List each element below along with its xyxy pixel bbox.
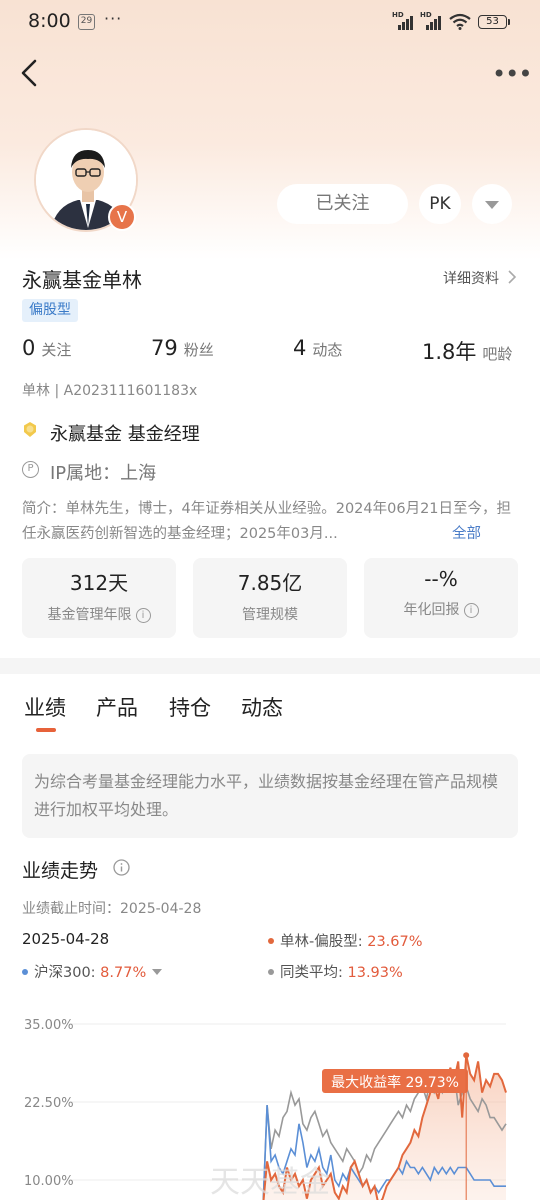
legend-peer-average: 同类平均: 13.93%: [268, 961, 403, 982]
active-tab-indicator: [36, 728, 56, 732]
stat-followers[interactable]: 79 粉丝: [151, 336, 214, 360]
stat-posts[interactable]: 4 动态: [293, 336, 342, 360]
intro-text: 简介：单林先生，博士，4年证券相关从业经验。2024年06月21日至今，担任永赢…: [22, 501, 512, 542]
info-icon[interactable]: i: [463, 603, 479, 618]
chevron-down-icon[interactable]: [152, 969, 163, 975]
fund-manager-title: 永赢基金 基金经理: [50, 424, 200, 445]
wifi-icon: [449, 13, 471, 30]
follow-button[interactable]: 已关注: [277, 184, 408, 224]
tab-products[interactable]: 产品: [96, 692, 138, 722]
y-tick-label: 22.50%: [24, 1096, 74, 1111]
card-aum: 7.85亿 管理规模: [193, 558, 347, 638]
ip-location: IP属地：上海: [50, 463, 157, 484]
signal-icon: HD: [392, 11, 414, 30]
legend-manager: 单林-偏股型: 23.67%: [268, 930, 423, 951]
pk-button[interactable]: PK: [419, 184, 461, 224]
section-divider: [0, 658, 540, 674]
calendar-icon: 29: [78, 14, 95, 30]
medal-icon: [24, 422, 36, 437]
signal-icon: HD: [420, 11, 442, 30]
y-tick-label: 35.00%: [24, 1018, 74, 1033]
status-bar: 8:00 29 ··· HD HD 53: [0, 0, 540, 44]
info-icon[interactable]: i: [135, 608, 151, 623]
performance-title: 业绩走势: [22, 860, 99, 882]
battery-icon: 53: [478, 15, 510, 29]
stat-age: 1.8年 吧龄: [422, 340, 513, 364]
stat-following[interactable]: 0 关注: [22, 336, 71, 360]
selected-date: 2025-04-28: [22, 930, 110, 948]
notice-box: 为综合考量基金经理能力水平，业绩数据按基金经理在管产品规模进行加权平均处理。: [22, 754, 518, 838]
card-management-years: 312天 基金管理年限 i: [22, 558, 176, 638]
tab-posts[interactable]: 动态: [241, 692, 283, 722]
detail-link[interactable]: 详细资料: [443, 268, 499, 288]
card-annual-return: --% 年化回报 i: [364, 558, 518, 638]
profile-name: 永赢基金单林: [22, 268, 142, 292]
max-return-label: 最大收益率 29.73%: [331, 1074, 459, 1091]
fund-type-tag: 偏股型: [22, 299, 78, 322]
info-icon[interactable]: [113, 859, 130, 876]
user-id: 单林 | A2023111601183x: [22, 383, 198, 399]
location-icon: P: [22, 461, 39, 478]
tab-holdings[interactable]: 持仓: [169, 692, 211, 722]
performance-chart[interactable]: 35.00% 22.50% 10.00% 最大收益率 29.73% 天天基金: [0, 1000, 540, 1200]
expand-dropdown-button[interactable]: [472, 184, 512, 224]
more-options-icon[interactable]: •••: [492, 60, 532, 88]
more-notifications-icon: ···: [104, 9, 123, 28]
status-time: 8:00: [28, 10, 71, 32]
verified-badge-icon: V: [108, 203, 136, 231]
tab-performance[interactable]: 业绩: [24, 692, 66, 722]
as-of-date: 业绩截止时间：2025-04-28: [22, 901, 202, 917]
chevron-right-icon[interactable]: [507, 270, 517, 284]
y-tick-label: 10.00%: [24, 1174, 74, 1189]
legend-csi300[interactable]: 沪深300: 8.77%: [22, 961, 163, 982]
watermark: 天天基金: [210, 1165, 330, 1200]
back-icon[interactable]: [16, 56, 46, 90]
intro-expand-link[interactable]: 全部: [452, 522, 481, 543]
max-return-point: [463, 1052, 470, 1059]
